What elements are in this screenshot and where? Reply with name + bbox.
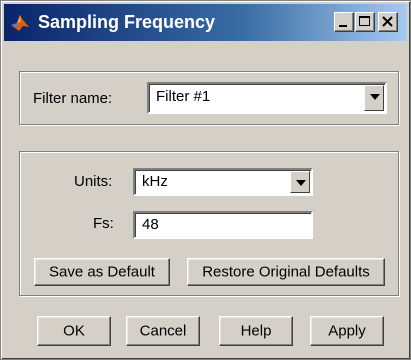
fs-value: 48 <box>142 216 159 233</box>
cancel-button[interactable]: Cancel <box>126 316 200 346</box>
restore-original-defaults-button[interactable]: Restore Original Defaults <box>187 258 385 286</box>
units-value: kHz <box>142 173 168 190</box>
ok-button[interactable]: OK <box>37 316 111 346</box>
fs-label: Fs: <box>93 215 114 232</box>
restore-original-defaults-label: Restore Original Defaults <box>202 263 370 281</box>
maximize-icon <box>359 16 370 26</box>
filter-name-label: Filter name: <box>33 90 113 107</box>
filter-name-dropdown[interactable]: Filter #1 <box>147 82 387 114</box>
fs-input[interactable]: 48 <box>133 211 313 239</box>
save-as-default-label: Save as Default <box>49 263 155 281</box>
sampling-frequency-dialog: Sampling Frequency Filter name: Filter #… <box>0 0 411 360</box>
filter-name-value: Filter #1 <box>156 88 211 105</box>
help-label: Help <box>240 322 272 340</box>
maximize-button[interactable] <box>355 12 375 32</box>
cancel-label: Cancel <box>139 322 187 340</box>
chevron-down-icon <box>370 94 380 100</box>
units-label: Units: <box>74 173 113 190</box>
window-title: Sampling Frequency <box>38 12 216 32</box>
title-bar[interactable]: Sampling Frequency <box>4 4 407 41</box>
apply-button[interactable]: Apply <box>310 316 384 346</box>
filter-dropdown-button[interactable] <box>364 85 384 111</box>
apply-label: Apply <box>328 322 366 340</box>
minimize-button[interactable] <box>334 12 354 32</box>
matlab-logo-icon <box>9 11 31 33</box>
close-button[interactable] <box>378 12 398 32</box>
minimize-icon <box>339 25 347 27</box>
chevron-down-icon <box>296 180 306 186</box>
help-button[interactable]: Help <box>219 316 293 346</box>
close-icon <box>382 16 393 27</box>
ok-label: OK <box>63 322 85 340</box>
units-dropdown[interactable]: kHz <box>133 168 313 196</box>
units-dropdown-button[interactable] <box>290 171 310 193</box>
save-as-default-button[interactable]: Save as Default <box>34 258 170 286</box>
